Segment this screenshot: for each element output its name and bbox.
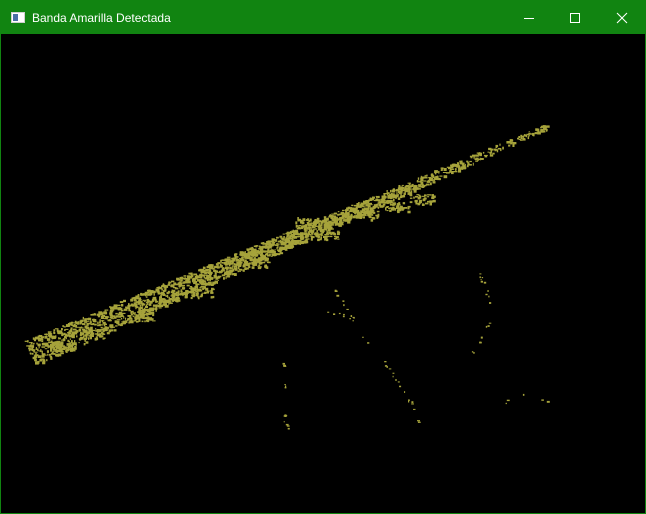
detection-image xyxy=(1,34,645,513)
close-icon xyxy=(616,12,628,23)
maximize-button[interactable] xyxy=(552,1,598,34)
close-button[interactable] xyxy=(599,1,645,34)
app-window: Banda Amarilla Detectada xyxy=(0,0,646,514)
maximize-icon xyxy=(570,12,580,23)
yellow-band-mask xyxy=(24,125,550,430)
minimize-button[interactable] xyxy=(506,1,552,34)
app-window-icon xyxy=(11,12,25,23)
window-title: Banda Amarilla Detectada xyxy=(32,11,171,25)
minimize-icon xyxy=(524,17,534,19)
title-bar[interactable]: Banda Amarilla Detectada xyxy=(1,1,645,34)
